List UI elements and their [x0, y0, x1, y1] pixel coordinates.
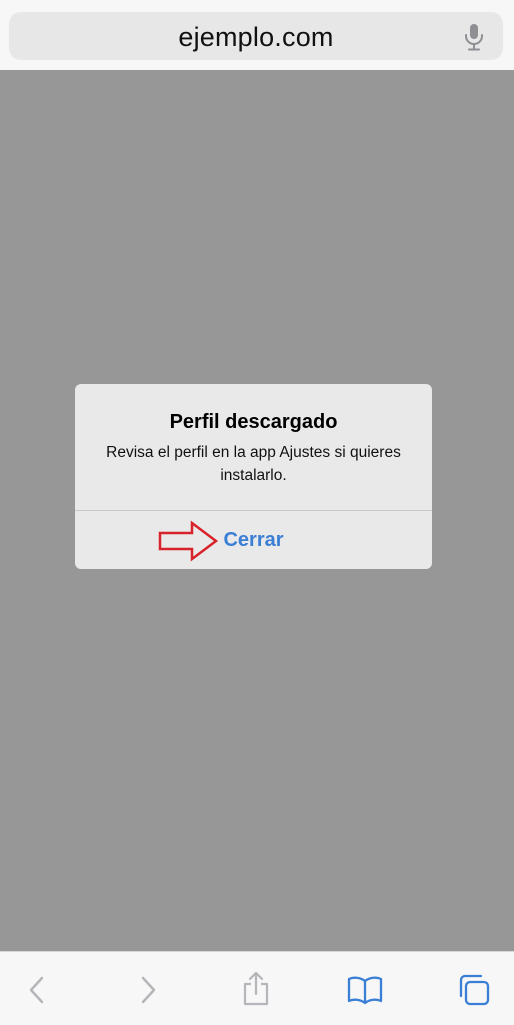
share-icon — [243, 971, 269, 1006]
bookmarks-book-icon — [347, 976, 383, 1005]
url-text[interactable]: ejemplo.com — [9, 12, 503, 60]
profile-downloaded-alert: Perfil descargado Revisa el perfil en la… — [75, 384, 432, 569]
address-field[interactable]: ejemplo.com — [9, 12, 503, 60]
back-chevron-icon — [29, 976, 44, 1004]
bookmarks-button[interactable] — [345, 970, 385, 1010]
alert-title: Perfil descargado — [169, 411, 338, 433]
tabs-icon — [459, 974, 490, 1006]
address-bar-container: ejemplo.com — [0, 0, 514, 70]
red-arrow-annotation-icon — [158, 520, 219, 562]
forward-button[interactable] — [128, 970, 168, 1010]
tabs-button[interactable] — [454, 970, 494, 1010]
back-button[interactable] — [17, 970, 57, 1010]
alert-message: Revisa el perfil en la app Ajustes si qu… — [106, 444, 401, 484]
close-button-label[interactable]: Cerrar — [223, 527, 283, 553]
close-button[interactable]: Cerrar — [75, 511, 432, 569]
share-button[interactable] — [236, 970, 276, 1010]
forward-chevron-icon — [141, 976, 156, 1004]
browser-toolbar — [0, 951, 514, 1025]
microphone-icon[interactable] — [463, 23, 485, 51]
